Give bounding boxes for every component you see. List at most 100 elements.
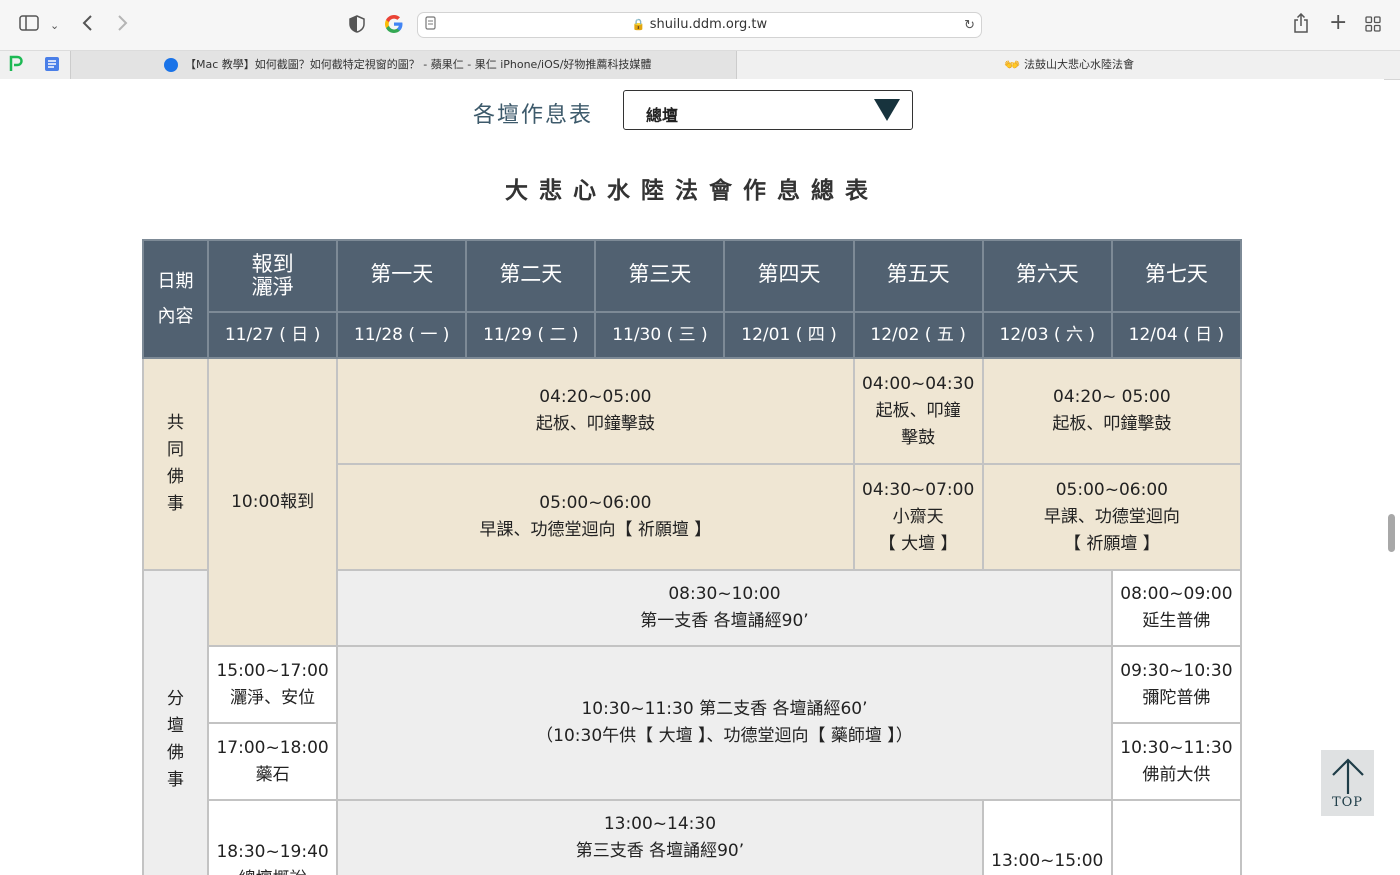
- altar-select-value: 總壇: [646, 106, 679, 125]
- cell-time: 17:00~18:00: [216, 737, 329, 758]
- section-char: 分: [167, 689, 185, 709]
- schedule-cell: 04:20~05:00 起板、叩鐘擊鼓: [336, 357, 855, 465]
- day-date: 12/02 ( 五 ): [852, 311, 984, 359]
- cell-time: 08:30~10:00: [668, 584, 781, 604]
- day-date: 11/30 ( 三 ): [594, 311, 726, 359]
- cell-time: 13:00~14:30: [603, 814, 717, 834]
- altar-select[interactable]: 總壇: [623, 90, 913, 130]
- schedule-cell: 09:30~10:30 彌陀普佛: [1110, 645, 1243, 724]
- day-name: 第七天: [1144, 261, 1208, 286]
- section-branch: 分 壇 佛 事: [141, 569, 210, 875]
- schedule-cell: 10:30~11:30 第二支香 各壇誦經60’ （10:30午供【 大壇 】、…: [336, 645, 1113, 801]
- page-content: 各壇作息表 總壇 大悲心水陸法會作息總表 日期 內容 報到 灑淨 第一天 第二天 …: [0, 79, 1384, 875]
- day-date: 11/27 ( 日 ): [207, 311, 339, 359]
- top-label: TOP: [1331, 795, 1364, 810]
- cell-time: 10:30~11:30: [1120, 737, 1233, 758]
- back-arrow-icon[interactable]: [82, 14, 94, 37]
- cell-text: 起板、叩鐘: [875, 400, 961, 421]
- cell-text: 總壇概說: [209, 866, 336, 875]
- day-name: 第一天: [370, 261, 434, 286]
- section-char: 壇: [167, 716, 185, 736]
- cell-time: 04:30~07:00: [862, 479, 975, 500]
- tab-title: 法鼓山大悲心水陸法會: [1024, 58, 1134, 71]
- sidebar-toggle-icon[interactable]: [19, 15, 39, 36]
- section-char: 事: [167, 770, 185, 790]
- day-date: 12/04 ( 日 ): [1110, 311, 1243, 359]
- address-bar[interactable]: 🔒 shuilu.ddm.org.tw ↻: [417, 12, 982, 38]
- scrollbar-thumb[interactable]: [1388, 514, 1395, 552]
- day-header: 第四天: [723, 239, 855, 313]
- day-name: 第五天: [886, 261, 950, 286]
- schedule-cell: 08:00~09:00 延生普佛: [1110, 569, 1243, 647]
- tab-shuilu[interactable]: 👐 法鼓山大悲心水陸法會: [736, 51, 1400, 79]
- day-name: 第四天: [757, 261, 821, 286]
- schedule-cell: 04:30~07:00 小齋天 【 大壇 】: [852, 463, 984, 571]
- dropdown-triangle-icon: [874, 99, 900, 121]
- day-name: 第二天: [499, 261, 563, 286]
- day-date: 11/28 ( 一 ): [336, 311, 468, 359]
- schedule-cell: 08:30~10:00 第一支香 各壇誦經90’: [336, 569, 1113, 647]
- cell-text: 藥石: [255, 764, 290, 785]
- cell-time: 08:00~09:00: [1120, 584, 1233, 604]
- cell-text: 擊鼓: [901, 427, 936, 448]
- section-char: 佛: [167, 467, 185, 487]
- schedule-cell: 04:20~ 05:00 起板、叩鐘擊鼓: [981, 357, 1243, 465]
- cell-time: 04:20~ 05:00: [1053, 387, 1171, 407]
- tab-bar: 【Mac 教學】如何截圖？如何截特定視窗的圖？ - 蘋果仁 - 果仁 iPhon…: [0, 50, 1400, 80]
- schedule-cell: 13:00~14:30 第三支香 各壇誦經90’: [336, 799, 984, 875]
- corner-date-label: 日期: [157, 271, 194, 292]
- schedule-cell: 04:00~04:30 起板、叩鐘 擊鼓: [852, 357, 984, 465]
- section-char: 事: [167, 494, 185, 514]
- day-header: 第二天: [465, 239, 597, 313]
- header-corner: 日期 內容: [141, 239, 210, 359]
- tab-mac-tutorial[interactable]: 【Mac 教學】如何截圖？如何截特定視窗的圖？ - 蘋果仁 - 果仁 iPhon…: [70, 51, 737, 79]
- schedule-cell: 10:30~11:30 佛前大供: [1110, 722, 1243, 801]
- day-header: 第六天: [981, 239, 1113, 313]
- back-to-top-button[interactable]: TOP: [1321, 750, 1374, 816]
- pinned-tab-p-icon[interactable]: [8, 55, 24, 78]
- schedule-cell: 05:00~06:00 早課、功德堂迴向【 祈願壇 】: [336, 463, 855, 571]
- privacy-shield-icon[interactable]: [349, 15, 365, 38]
- cell-text: 第三支香 各壇誦經90’: [575, 841, 745, 861]
- site-avatar-icon: [164, 58, 178, 72]
- cell-time: 10:30~11:30 第二支香 各壇誦經60’: [581, 699, 868, 719]
- schedule-cell: 17:00~18:00 藥石: [207, 722, 339, 801]
- day-name: 第三天: [628, 261, 692, 286]
- schedule-cell: 13:00~15:00: [981, 799, 1113, 875]
- day-name: 第六天: [1015, 261, 1079, 286]
- cell-time: 09:30~10:30: [1120, 660, 1233, 681]
- day-date: 12/03 ( 六 ): [981, 311, 1113, 359]
- share-icon[interactable]: [1293, 12, 1309, 38]
- day-header: 報到 灑淨: [207, 239, 339, 313]
- google-icon[interactable]: [384, 14, 404, 39]
- corner-content-label: 內容: [157, 306, 194, 327]
- tab-overview-icon[interactable]: [1365, 16, 1381, 37]
- cell-text: 小齋天: [892, 506, 944, 527]
- day-name: 報到: [251, 252, 294, 276]
- tab-favicon-icon: 👐: [1004, 58, 1021, 73]
- cell-text: 早課、功德堂迴向【 祈願壇 】: [479, 520, 712, 540]
- day-date: 12/01 ( 四 ): [723, 311, 855, 359]
- cell-time: 18:30~19:40: [216, 842, 329, 862]
- schedule-cell: 18:30~19:40 總壇概說: [207, 799, 339, 875]
- schedule-cell: [1110, 799, 1243, 875]
- cell-text: 佛前大供: [1142, 764, 1211, 785]
- forward-arrow-icon[interactable]: [116, 14, 128, 37]
- browser-toolbar: ⌄ 🔒 shuilu.ddm.org.tw ↻ +: [0, 0, 1400, 50]
- day-name-line2: 灑淨: [251, 275, 294, 299]
- cell-text: 起板、叩鐘擊鼓: [1052, 414, 1172, 434]
- day-date: 11/29 ( 二 ): [465, 311, 597, 359]
- cell-text: 起板、叩鐘擊鼓: [535, 414, 655, 434]
- checkin-cell: 10:00報到: [207, 357, 339, 647]
- new-tab-plus-icon[interactable]: +: [1329, 12, 1347, 34]
- chevron-down-icon[interactable]: ⌄: [50, 16, 59, 36]
- day-header: 第七天: [1110, 239, 1243, 313]
- up-arrow-icon: [1332, 758, 1364, 794]
- cell-time: 04:20~05:00: [539, 387, 652, 407]
- day-header: 第三天: [594, 239, 726, 313]
- cell-text: 早課、功德堂迴向: [1043, 506, 1180, 527]
- schedule-label: 各壇作息表: [473, 103, 594, 128]
- reload-icon[interactable]: ↻: [964, 16, 975, 36]
- cell-text: 灑淨、安位: [230, 687, 316, 708]
- pinned-tab-docs-icon[interactable]: [44, 56, 60, 77]
